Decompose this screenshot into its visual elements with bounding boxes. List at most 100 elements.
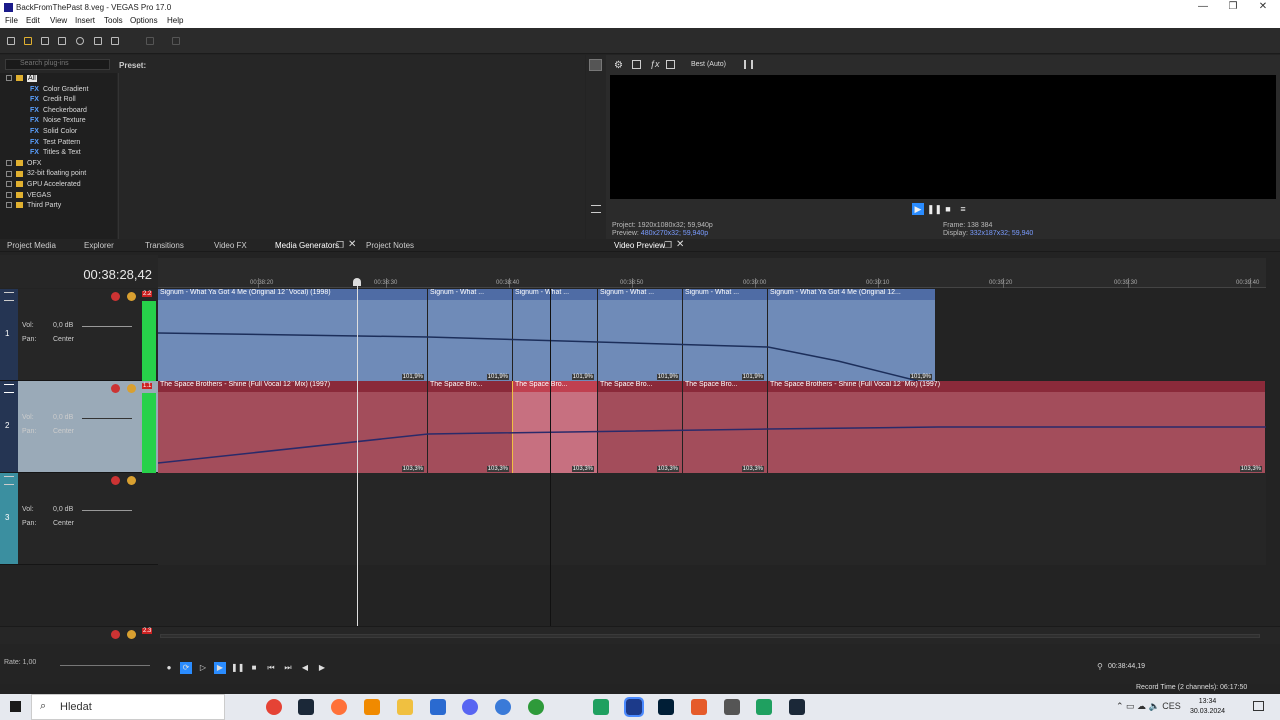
- go-to-start-icon[interactable]: ⏮: [265, 662, 277, 674]
- preview-pause-button[interactable]: ❚❚: [927, 203, 942, 215]
- track-3-lane[interactable]: [158, 473, 1266, 565]
- stop-button[interactable]: ■: [248, 662, 260, 674]
- chrome-icon[interactable]: [266, 699, 282, 715]
- tab-project-media[interactable]: Project Media: [7, 241, 56, 250]
- track-menu-icon[interactable]: [4, 384, 14, 393]
- menu-help[interactable]: Help: [167, 16, 183, 25]
- track-menu-icon[interactable]: [4, 292, 14, 301]
- tree-item-32bit[interactable]: 32-bit floating point: [6, 170, 117, 181]
- menu-tools[interactable]: Tools: [104, 16, 123, 25]
- tree-item-ofx[interactable]: OFX: [6, 160, 117, 171]
- close-preview-tab-icon[interactable]: ✕: [676, 239, 684, 250]
- go-to-end-icon[interactable]: ⏭: [282, 662, 294, 674]
- bus-solo-icon[interactable]: [127, 630, 136, 639]
- panel-menu-icon[interactable]: [591, 205, 601, 213]
- preview-settings-gear-icon[interactable]: ⚙: [614, 60, 623, 71]
- tree-item-credit-roll[interactable]: FX Credit Roll: [6, 96, 117, 107]
- pause-button[interactable]: ❚❚: [231, 662, 244, 674]
- save-icon[interactable]: [41, 37, 49, 45]
- save-as-icon[interactable]: [58, 37, 66, 45]
- tab-explorer[interactable]: Explorer: [84, 241, 114, 250]
- render-icon[interactable]: [94, 37, 102, 45]
- track-2-lane[interactable]: The Space Brothers - Shine (Full Vocal 1…: [158, 381, 1266, 473]
- redo-icon[interactable]: [172, 37, 180, 45]
- tree-item-gpu[interactable]: GPU Accelerated: [6, 181, 117, 192]
- preview-menu-icon[interactable]: ≡: [957, 203, 969, 215]
- tree-item-noise-texture[interactable]: FX Noise Texture: [6, 117, 117, 128]
- app-icon[interactable]: [593, 699, 609, 715]
- mute-icon[interactable]: [111, 476, 120, 485]
- tree-item-color-gradient[interactable]: FX Color Gradient: [6, 86, 117, 97]
- volume-slider[interactable]: [82, 418, 132, 419]
- video-fx-icon[interactable]: ƒx: [650, 59, 660, 69]
- steam-icon[interactable]: [789, 699, 805, 715]
- track-3-header[interactable]: 3 Vol: 0,0 dB Pan: Center: [0, 473, 158, 565]
- tab-video-fx[interactable]: Video FX: [214, 241, 247, 250]
- open-icon[interactable]: [24, 37, 32, 45]
- tab-project-notes[interactable]: Project Notes: [366, 241, 414, 250]
- new-project-icon[interactable]: [7, 37, 15, 45]
- time-ruler[interactable]: 00:38:20 00:38:30 00:38:40 00:38:50 00:3…: [158, 258, 1266, 288]
- app-icon[interactable]: [691, 699, 707, 715]
- taskbar-clock[interactable]: 13:34 30.03.2024: [1190, 697, 1225, 717]
- preview-quality-select[interactable]: Best (Auto): [691, 61, 726, 68]
- undock-icon[interactable]: ❐: [336, 240, 344, 251]
- app-icon[interactable]: [430, 699, 446, 715]
- copy-icon[interactable]: [111, 37, 119, 45]
- firefox-icon[interactable]: [331, 699, 347, 715]
- notification-icon[interactable]: [1253, 701, 1264, 711]
- maximize-button[interactable]: ❐: [1226, 1, 1240, 13]
- app-icon[interactable]: [756, 699, 772, 715]
- next-frame-icon[interactable]: ▶: [316, 662, 328, 674]
- tree-item-vegas[interactable]: VEGAS: [6, 192, 117, 203]
- menu-edit[interactable]: Edit: [26, 16, 40, 25]
- record-icon[interactable]: ●: [163, 662, 175, 674]
- tab-media-generators[interactable]: Media Generators: [275, 241, 339, 250]
- volume-slider[interactable]: [82, 510, 132, 511]
- volume-envelope[interactable]: [158, 289, 1266, 381]
- close-tab-icon[interactable]: ✕: [348, 239, 356, 250]
- taskbar-search-input[interactable]: Hledat: [31, 694, 225, 720]
- mute-icon[interactable]: [111, 292, 120, 301]
- photoshop-icon[interactable]: [658, 699, 674, 715]
- solo-icon[interactable]: [127, 384, 136, 393]
- file-explorer-icon[interactable]: [397, 699, 413, 715]
- steam-icon[interactable]: [298, 699, 314, 715]
- track-2-header[interactable]: 2 Vol: 0,0 dB Pan: Center 1.1: [0, 381, 158, 473]
- plugin-search-input[interactable]: Search plug-ins: [5, 59, 110, 70]
- tree-item-solid-color[interactable]: FX Solid Color: [6, 128, 117, 139]
- overlays-icon[interactable]: [744, 60, 753, 69]
- tree-item-checkerboard[interactable]: FX Checkerboard: [6, 107, 117, 118]
- rate-slider[interactable]: [60, 665, 150, 666]
- menu-insert[interactable]: Insert: [75, 16, 95, 25]
- tree-item-all[interactable]: All: [6, 75, 117, 86]
- prev-frame-icon[interactable]: ◀: [299, 662, 311, 674]
- xbox-icon[interactable]: [528, 699, 544, 715]
- close-window-button[interactable]: ✕: [1256, 1, 1270, 13]
- vlc-icon[interactable]: [364, 699, 380, 715]
- properties-gear-icon[interactable]: [76, 37, 84, 45]
- discord-icon[interactable]: [462, 699, 478, 715]
- timeline-scrollbar[interactable]: [160, 634, 1260, 638]
- track-1-header[interactable]: 1 Vol: 0,0 dB Pan: Center 2.2: [0, 289, 158, 381]
- tab-transitions[interactable]: Transitions: [145, 241, 184, 250]
- app-icon[interactable]: [495, 699, 511, 715]
- menu-view[interactable]: View: [50, 16, 67, 25]
- tree-item-titles-text[interactable]: FX Titles & Text: [6, 149, 117, 160]
- vegas-taskbar-icon[interactable]: [624, 697, 644, 717]
- windows-start-icon[interactable]: [10, 701, 21, 712]
- menu-file[interactable]: File: [5, 16, 18, 25]
- system-tray[interactable]: ⌃ ▭ ☁ 🔈 CES: [1116, 701, 1181, 712]
- volume-envelope[interactable]: [158, 381, 1266, 473]
- track-1-lane[interactable]: Signum - What Ya Got 4 Me (Original 12 ̈…: [158, 289, 1266, 381]
- tree-item-third-party[interactable]: Third Party: [6, 202, 117, 213]
- split-view-icon[interactable]: [666, 60, 675, 69]
- app-icon[interactable]: [724, 699, 740, 715]
- loop-icon[interactable]: ⟳: [180, 662, 192, 674]
- play-from-start-icon[interactable]: ▷: [197, 662, 209, 674]
- preview-device-icon[interactable]: [632, 60, 641, 69]
- undo-icon[interactable]: [146, 37, 154, 45]
- solo-icon[interactable]: [127, 476, 136, 485]
- volume-slider[interactable]: [82, 326, 132, 327]
- tree-item-test-pattern[interactable]: FX Test Pattern: [6, 139, 117, 150]
